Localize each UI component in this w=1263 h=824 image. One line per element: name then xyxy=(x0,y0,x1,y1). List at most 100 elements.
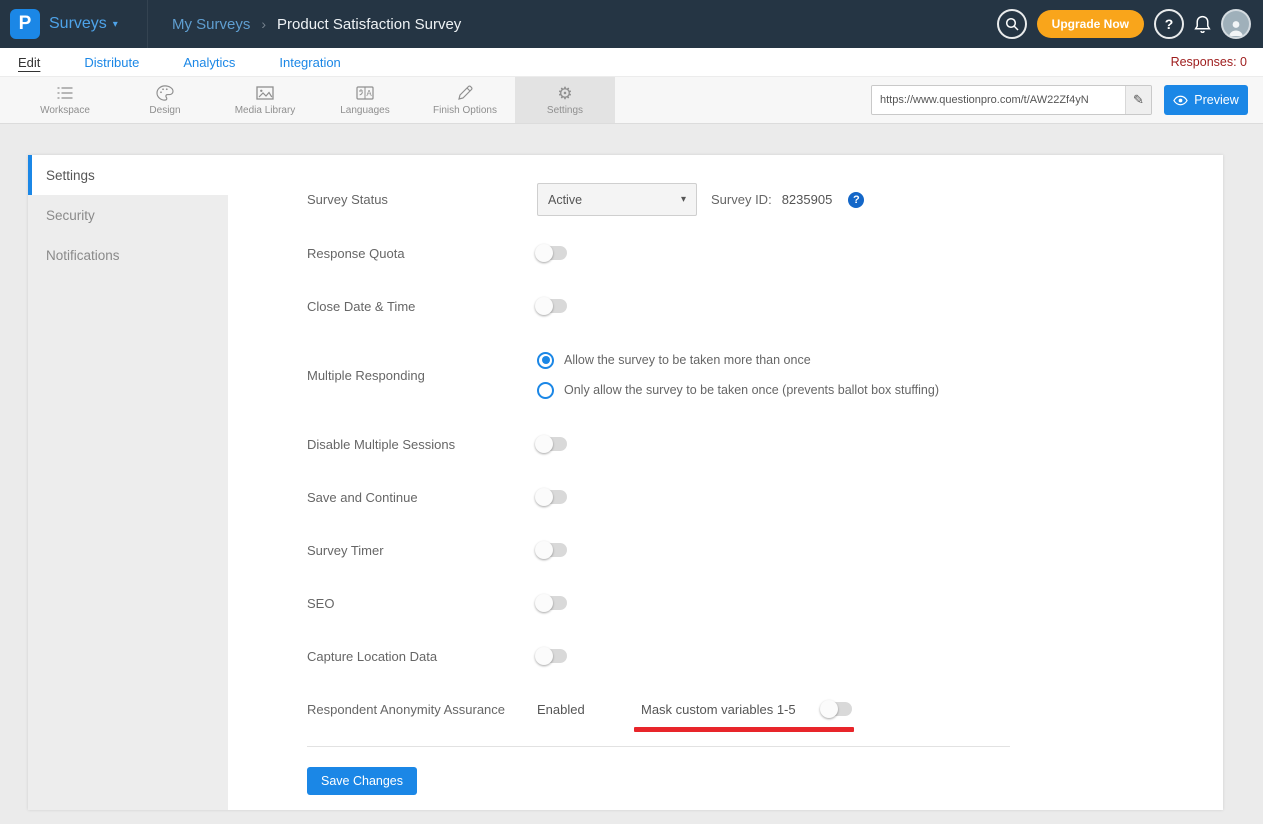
svg-text:A: A xyxy=(366,89,372,98)
survey-timer-label: Survey Timer xyxy=(307,543,537,558)
capture-location-label: Capture Location Data xyxy=(307,649,537,664)
save-and-continue-toggle[interactable] xyxy=(537,490,567,504)
help-icon[interactable]: ? xyxy=(848,192,864,208)
capture-location-toggle[interactable] xyxy=(537,649,567,663)
survey-status-value: Active xyxy=(548,193,582,207)
edit-url-button[interactable]: ✎ xyxy=(1125,86,1151,114)
setting-row-multiple-responding: Multiple Responding Allow the survey to … xyxy=(307,343,1193,407)
save-and-continue-label: Save and Continue xyxy=(307,490,537,505)
survey-timer-toggle[interactable] xyxy=(537,543,567,557)
edit-toolbar: Workspace Design Media Library A Languag… xyxy=(0,76,1263,124)
help-button[interactable]: ? xyxy=(1154,9,1184,39)
workspace-icon xyxy=(56,84,74,102)
radio-option-label: Only allow the survey to be taken once (… xyxy=(564,383,939,397)
radio-option-label: Allow the survey to be taken more than o… xyxy=(564,353,811,367)
toolbar-item-label: Languages xyxy=(340,105,390,116)
upgrade-now-button[interactable]: Upgrade Now xyxy=(1037,10,1144,38)
radio-selected-icon[interactable] xyxy=(537,352,554,369)
mask-custom-variables-label: Mask custom variables 1-5 xyxy=(641,702,796,717)
toggle-knob xyxy=(535,647,553,665)
toolbar-item-design[interactable]: Design xyxy=(115,77,215,123)
sidebar-item-notifications[interactable]: Notifications xyxy=(28,235,228,275)
toolbar-item-label: Design xyxy=(149,105,180,116)
toolbar-item-label: Workspace xyxy=(40,105,90,116)
settings-form: Survey Status Active ▾ Survey ID: 823590… xyxy=(228,155,1223,810)
setting-row-disable-multiple-sessions: Disable Multiple Sessions xyxy=(307,428,1193,460)
survey-status-dropdown[interactable]: Active ▾ xyxy=(537,183,697,216)
form-divider xyxy=(307,746,1010,747)
close-date-toggle[interactable] xyxy=(537,299,567,313)
questionpro-logo[interactable]: P xyxy=(10,9,40,39)
brand: P Surveys ▾ xyxy=(0,0,148,48)
toolbar-item-settings[interactable]: ⚙ Settings xyxy=(515,77,615,123)
content-area: Settings Security Notifications Survey S… xyxy=(0,124,1263,810)
toolbar-item-languages[interactable]: A Languages xyxy=(315,77,415,123)
survey-url-box: ✎ xyxy=(871,85,1152,115)
toolbar-item-finish-options[interactable]: Finish Options xyxy=(415,77,515,123)
toolbar-item-label: Media Library xyxy=(235,105,296,116)
pencil-icon: ✎ xyxy=(1133,92,1144,108)
setting-row-survey-status: Survey Status Active ▾ Survey ID: 823590… xyxy=(307,183,1193,216)
tab-distribute[interactable]: Distribute xyxy=(84,55,139,70)
toolbar-item-label: Finish Options xyxy=(433,105,497,116)
preview-button[interactable]: Preview xyxy=(1164,85,1248,115)
question-mark-icon: ? xyxy=(1165,16,1174,32)
chevron-down-icon: ▾ xyxy=(113,19,118,30)
product-label: Surveys xyxy=(49,15,107,33)
toolbar-item-label: Settings xyxy=(547,105,583,116)
radio-option-allow-multiple[interactable]: Allow the survey to be taken more than o… xyxy=(537,352,939,369)
notifications-button[interactable] xyxy=(1194,15,1211,34)
seo-label: SEO xyxy=(307,596,537,611)
preview-label: Preview xyxy=(1194,93,1238,107)
sidebar-item-label: Settings xyxy=(46,168,95,183)
tab-integration[interactable]: Integration xyxy=(279,55,340,70)
radio-option-only-once[interactable]: Only allow the survey to be taken once (… xyxy=(537,382,939,399)
response-quota-label: Response Quota xyxy=(307,246,537,261)
settings-icon: ⚙ xyxy=(557,84,572,102)
product-switcher[interactable]: Surveys ▾ xyxy=(49,15,118,33)
multiple-responding-label: Multiple Responding xyxy=(307,368,537,383)
toolbar-items: Workspace Design Media Library A Languag… xyxy=(0,77,615,123)
setting-row-survey-timer: Survey Timer xyxy=(307,534,1193,566)
setting-row-save-and-continue: Save and Continue xyxy=(307,481,1193,513)
setting-row-seo: SEO xyxy=(307,587,1193,619)
sidebar-item-label: Security xyxy=(46,208,95,223)
survey-url-input[interactable] xyxy=(872,86,1125,114)
breadcrumb-separator-icon: › xyxy=(261,16,266,32)
survey-id-value: 8235905 xyxy=(782,192,833,207)
toolbar-item-workspace[interactable]: Workspace xyxy=(15,77,115,123)
toggle-knob xyxy=(535,297,553,315)
disable-multiple-sessions-label: Disable Multiple Sessions xyxy=(307,437,537,452)
languages-icon: A xyxy=(356,84,374,102)
mask-custom-variables-group: Mask custom variables 1-5 xyxy=(641,702,852,717)
user-icon xyxy=(1226,18,1246,37)
setting-row-capture-location: Capture Location Data xyxy=(307,640,1193,672)
toolbar-right: ✎ Preview xyxy=(871,85,1248,115)
sidebar-item-security[interactable]: Security xyxy=(28,195,228,235)
avatar[interactable] xyxy=(1221,9,1251,39)
settings-card: Settings Security Notifications Survey S… xyxy=(28,155,1223,810)
toggle-knob xyxy=(535,594,553,612)
setting-row-respondent-anonymity: Respondent Anonymity Assurance Enabled M… xyxy=(307,693,1193,725)
radio-unselected-icon[interactable] xyxy=(537,382,554,399)
annotation-underline xyxy=(634,727,854,732)
chevron-down-icon: ▾ xyxy=(681,194,686,205)
close-date-label: Close Date & Time xyxy=(307,299,537,314)
design-icon xyxy=(156,84,174,102)
tab-analytics[interactable]: Analytics xyxy=(183,55,235,70)
finish-options-icon xyxy=(457,84,473,102)
search-button[interactable] xyxy=(997,9,1027,39)
toolbar-item-media-library[interactable]: Media Library xyxy=(215,77,315,123)
save-changes-button[interactable]: Save Changes xyxy=(307,767,417,795)
tab-edit[interactable]: Edit xyxy=(18,55,40,70)
seo-toggle[interactable] xyxy=(537,596,567,610)
disable-multiple-sessions-toggle[interactable] xyxy=(537,437,567,451)
eye-icon xyxy=(1173,95,1188,106)
response-quota-toggle[interactable] xyxy=(537,246,567,260)
mask-custom-variables-toggle[interactable] xyxy=(822,702,852,716)
breadcrumb-my-surveys[interactable]: My Surveys xyxy=(172,16,250,33)
responses-count: Responses: 0 xyxy=(1171,55,1247,69)
topbar: P Surveys ▾ My Surveys › Product Satisfa… xyxy=(0,0,1263,48)
search-icon xyxy=(1005,17,1019,31)
sidebar-item-settings[interactable]: Settings xyxy=(28,155,228,195)
